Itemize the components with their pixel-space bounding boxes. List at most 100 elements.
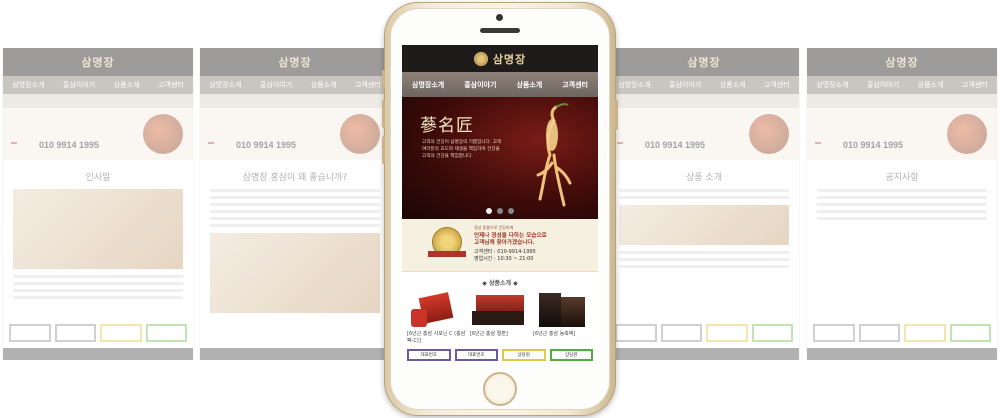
bg-title: 공지사항 [885,173,919,183]
main-nav: 삼명장소개 홍삼이야기 상품소개 고객센터 [402,72,598,97]
site-logo[interactable]: 삼명장 [493,51,526,67]
bg-banner: 010 9914 1995 [609,108,799,160]
bg-nav-item: 홍삼이야기 [259,81,293,89]
slider-dots [402,208,598,214]
camera-icon [496,14,503,21]
nav-item-about[interactable]: 삼명장소개 [412,80,444,90]
quick-links: 대표번호 대표번호 상담원 상담원 [407,349,593,361]
bg-nav-item: 홍삼이야기 [866,81,900,89]
nav-item-story[interactable]: 홍삼이야기 [464,80,496,90]
bg-quick-links [615,324,793,342]
bg-footer [3,348,193,360]
promo-phone[interactable]: 고객센터 : 010-9914-1995 [474,248,536,255]
bg-title: 삼명장 홍삼이 왜 좋습니까? [242,173,348,183]
product-item[interactable]: [6년근 홍삼 사포닌 C (홍삼팩-C)] [407,291,467,345]
bg-text-lines [609,189,799,199]
quick-link-call-2[interactable]: 대표번호 [454,349,498,361]
product-item[interactable]: [6년근 홍삼 농축액] [533,291,593,345]
bg-title: 인사말 [85,173,111,183]
bg-logo: 삼명장 [687,56,721,69]
ginseng-image [340,114,380,154]
phone-screen: 삼명장 삼명장소개 홍삼이야기 상품소개 고객센터 蔘名匠 고객의 건강이 삼명… [402,45,598,363]
bg-header: 삼명장 [609,48,799,76]
slider-dot[interactable] [497,208,503,214]
hero-slider[interactable]: 蔘名匠 고객의 건강이 삼명장의 기쁨입니다. 고객여러분의 효도와 재생을 책… [402,97,598,219]
nav-item-products[interactable]: 상품소개 [516,80,542,90]
ginseng-root-image [536,103,572,207]
background-page-products: 삼명장 삼명장소개 홍삼이야기 상품소개 고객센터 010 9914 1995 … [608,48,800,360]
bg-nav-item: 삼명장소개 [618,81,651,89]
bg-phone: 010 9914 1995 [236,140,297,150]
product-name[interactable]: [6년근 홍삼 농축액] [533,331,593,338]
product-image[interactable] [470,291,530,329]
nav-item-support[interactable]: 고객센터 [562,80,588,90]
bg-nav-item: 삼명장소개 [12,81,45,89]
bg-banner: 010 9914 1995 [807,108,997,160]
power-button[interactable] [615,100,618,130]
bg-logo: 삼명장 [278,56,312,69]
bg-subnav [3,94,193,108]
bg-subnav [609,94,799,108]
bg-subnav [807,94,997,108]
bg-nav-item: 홍삼이야기 [62,81,96,89]
bg-title: 상품 소개 [686,173,722,183]
bg-text-lines [807,189,997,220]
bg-phone: 010 9914 1995 [843,140,904,150]
bg-logo: 삼명장 [81,56,115,69]
bg-nav: 삼명장소개 홍삼이야기 상품소개 고객센터 [200,76,390,94]
quick-link-consult-2[interactable]: 상담원 [549,349,593,361]
product-image[interactable] [407,291,467,329]
site-header: 삼명장 [402,45,598,72]
bg-header: 삼명장 [3,48,193,76]
speaker-grille [480,28,520,33]
promo-headline-2: 고객님께 찾아가겠습니다. [474,240,535,246]
seal-ribbon [428,251,466,257]
bg-quick-links [9,324,187,342]
bg-image [619,205,789,245]
slider-dot[interactable] [486,208,492,214]
product-name[interactable]: [6년근 홍삼 사포닌 C (홍삼팩-C)] [407,331,467,345]
bg-banner: 010 9914 1995 [3,108,193,160]
bg-text-lines [200,189,390,227]
bg-logo: 삼명장 [885,56,919,69]
bg-nav: 삼명장소개 홍삼이야기 상품소개 고객센터 [609,76,799,94]
bg-nav-item: 삼명장소개 [209,81,242,89]
home-button[interactable] [483,372,517,406]
volume-up-button[interactable] [382,100,385,128]
ginseng-image [947,114,987,154]
bg-badge [11,142,17,144]
quick-link-consult[interactable]: 상담원 [502,349,546,361]
bg-footer [807,348,997,360]
ginseng-image [749,114,789,154]
products-section-title: ◆ 상품소개 ◆ [482,280,518,287]
bg-phone: 010 9914 1995 [645,140,706,150]
bg-phone: 010 9914 1995 [39,140,100,150]
products-title-label: 상품소개 [488,280,512,287]
bg-header: 삼명장 [807,48,997,76]
slider-dot[interactable] [508,208,514,214]
bg-nav-item: 상품소개 [113,81,140,89]
bg-nav-item: 상품소개 [310,81,337,89]
bg-image [13,189,183,269]
mute-switch[interactable] [382,70,385,88]
brand-emblem-icon [473,51,488,66]
background-page-why: 삼명장 삼명장소개 홍삼이야기 상품소개 고객센터 010 9914 1995 … [199,48,391,360]
product-name[interactable]: [6년근 홍삼 절편] [470,331,530,338]
hero-title: 蔘名匠 [420,116,474,136]
bg-image [210,233,380,313]
bg-nav: 삼명장소개 홍삼이야기 상품소개 고객센터 [807,76,997,94]
promo-hours: 영업시간 : 10:30 ~ 21:00 [474,256,534,262]
product-list: [6년근 홍삼 사포닌 C (홍삼팩-C)] [6년근 홍삼 절편] [6년근 … [402,291,598,345]
bg-footer [609,348,799,360]
bg-nav-item: 고객센터 [961,81,988,89]
product-item[interactable]: [6년근 홍삼 절편] [470,291,530,345]
quick-link-call[interactable]: 대표번호 [407,349,451,361]
bg-nav-item: 고객센터 [354,81,381,89]
bg-banner: 010 9914 1995 [200,108,390,160]
bg-nav-item: 삼명장소개 [816,81,849,89]
product-image[interactable] [533,291,593,329]
volume-down-button[interactable] [382,136,385,164]
bg-nav-item: 고객센터 [157,81,184,89]
ginseng-image [143,114,183,154]
bg-text-lines [609,251,799,268]
